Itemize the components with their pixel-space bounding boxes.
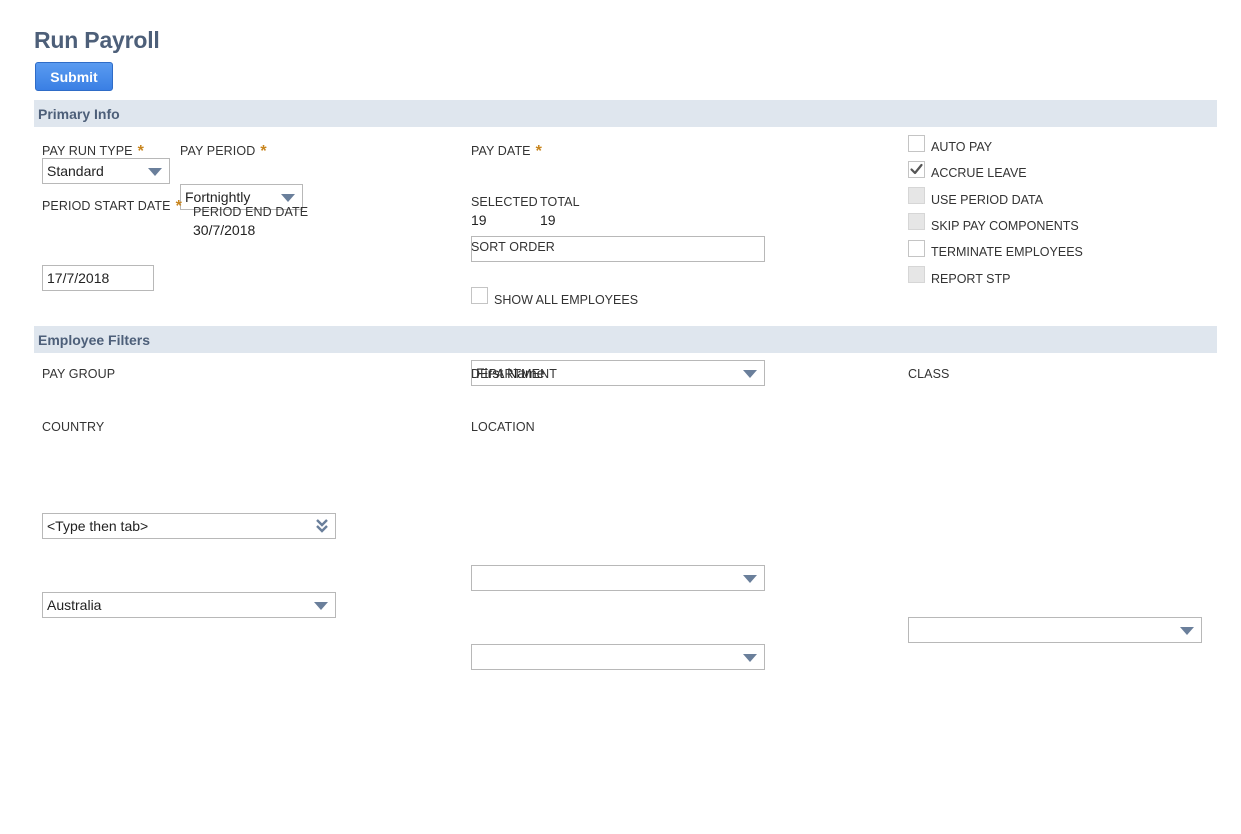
dropdown-arrow-icon xyxy=(281,194,295,202)
dropdown-arrow-icon xyxy=(743,654,757,662)
sort-order-label: SORT ORDER xyxy=(471,240,555,254)
period-start-date-input[interactable]: 17/7/2018 xyxy=(42,265,154,291)
use-period-data-label: USE PERIOD DATA xyxy=(931,193,1044,207)
dropdown-arrow-icon xyxy=(743,575,757,583)
show-all-employees-checkbox[interactable] xyxy=(471,287,488,304)
country-select[interactable]: Australia xyxy=(42,592,336,618)
pay-group-label: PAY GROUP xyxy=(42,367,116,381)
accrue-leave-checkbox[interactable] xyxy=(908,161,925,178)
submit-button[interactable]: Submit xyxy=(35,62,113,91)
pay-run-type-select[interactable]: Standard xyxy=(42,158,170,184)
department-label: DEPARTMENT xyxy=(471,367,557,381)
pay-group-input[interactable]: <Type then tab> xyxy=(42,513,336,539)
pay-date-label: PAY DATE * xyxy=(471,143,542,160)
auto-pay-label: AUTO PAY xyxy=(931,140,993,154)
country-label: COUNTRY xyxy=(42,420,105,434)
required-marker: * xyxy=(260,143,267,160)
required-marker: * xyxy=(535,143,542,160)
accrue-leave-label: ACCRUE LEAVE xyxy=(931,166,1027,180)
location-label: LOCATION xyxy=(471,420,535,434)
dropdown-arrow-icon xyxy=(148,168,162,176)
dropdown-arrow-icon xyxy=(1180,627,1194,635)
report-stp-label: REPORT STP xyxy=(931,272,1011,286)
auto-pay-checkbox[interactable] xyxy=(908,135,925,152)
report-stp-checkbox[interactable] xyxy=(908,266,925,283)
total-label: TOTAL xyxy=(540,195,580,209)
checkmark-icon xyxy=(910,163,923,175)
primary-info-header: Primary Info xyxy=(34,100,1217,127)
terminate-employees-label: TERMINATE EMPLOYEES xyxy=(931,245,1083,259)
show-all-employees-label: SHOW ALL EMPLOYEES xyxy=(494,293,639,307)
required-marker: * xyxy=(175,198,182,215)
skip-pay-components-checkbox[interactable] xyxy=(908,213,925,230)
class-select[interactable] xyxy=(908,617,1202,643)
class-label: CLASS xyxy=(908,367,950,381)
department-select[interactable] xyxy=(471,565,765,591)
page-title: Run Payroll xyxy=(34,27,160,53)
selected-label: SELECTED xyxy=(471,195,538,209)
period-end-date-label: PERIOD END DATE xyxy=(193,205,309,219)
employee-filters-header: Employee Filters xyxy=(34,326,1217,353)
double-chevron-down-icon[interactable] xyxy=(315,518,329,534)
period-end-date-value: 30/7/2018 xyxy=(193,222,256,238)
total-value: 19 xyxy=(540,212,556,228)
use-period-data-checkbox[interactable] xyxy=(908,187,925,204)
pay-period-label: PAY PERIOD * xyxy=(180,143,267,160)
selected-value: 19 xyxy=(471,212,487,228)
terminate-employees-checkbox[interactable] xyxy=(908,240,925,257)
dropdown-arrow-icon xyxy=(743,370,757,378)
location-select[interactable] xyxy=(471,644,765,670)
skip-pay-components-label: SKIP PAY COMPONENTS xyxy=(931,219,1079,233)
period-start-date-label: PERIOD START DATE * xyxy=(42,198,182,215)
dropdown-arrow-icon xyxy=(314,602,328,610)
